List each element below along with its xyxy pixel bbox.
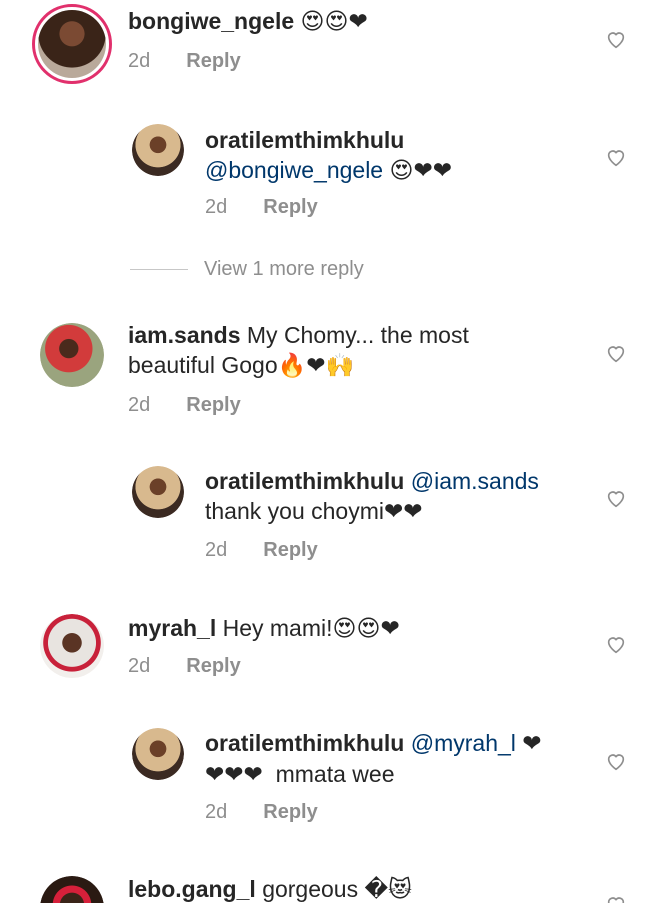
- reply-button[interactable]: Reply: [186, 655, 240, 678]
- emoji-reaction: �😻: [364, 877, 413, 903]
- comment-text: thank you choymi: [205, 498, 384, 524]
- heart-outline-icon[interactable]: [605, 342, 627, 364]
- username[interactable]: iam.sands: [128, 322, 241, 348]
- comment-text: Hey mami!: [222, 615, 333, 641]
- avatar[interactable]: [132, 728, 184, 780]
- reply-button[interactable]: Reply: [263, 196, 317, 219]
- username[interactable]: bongiwe_ngele: [128, 8, 294, 34]
- avatar[interactable]: [40, 876, 104, 903]
- emoji-reaction: ❤❤❤: [205, 762, 263, 788]
- heart-outline-icon[interactable]: [605, 146, 627, 168]
- heart-outline-icon[interactable]: [605, 487, 627, 509]
- username[interactable]: oratilemthimkhulu: [205, 730, 404, 756]
- comment-meta: 2d Reply: [128, 655, 241, 678]
- heart-outline-icon[interactable]: [605, 893, 627, 903]
- comment-text: gorgeous: [262, 876, 359, 902]
- mention-link[interactable]: @bongiwe_ngele: [205, 157, 383, 183]
- comment-body: oratilemthimkhulu @iam.sands thank you c…: [205, 466, 539, 527]
- avatar[interactable]: [40, 614, 104, 678]
- avatar[interactable]: [32, 4, 112, 84]
- username[interactable]: lebo.gang_l: [128, 876, 256, 902]
- avatar[interactable]: [132, 466, 184, 518]
- emoji-reaction: 😍😍❤: [332, 616, 400, 642]
- comment-body: lebo.gang_l gorgeous �😻: [128, 874, 412, 903]
- username[interactable]: oratilemthimkhulu: [205, 127, 404, 153]
- emoji-reaction: 🔥❤🙌: [277, 353, 355, 379]
- reply-button[interactable]: Reply: [263, 539, 317, 562]
- comment-meta: 2d Reply: [205, 801, 318, 824]
- comment-body: oratilemthimkhulu @myrah_l ❤ ❤❤❤ mmata w…: [205, 728, 542, 790]
- comment-text: beautiful Gogo: [128, 352, 278, 378]
- reply-button[interactable]: Reply: [186, 394, 240, 417]
- comment-meta: 2d Reply: [128, 394, 241, 417]
- timestamp: 2d: [205, 539, 228, 561]
- comment-text: mmata wee: [275, 761, 395, 787]
- username[interactable]: myrah_l: [128, 615, 216, 641]
- divider: [130, 269, 188, 270]
- comment-body: myrah_l Hey mami!😍😍❤: [128, 613, 400, 644]
- avatar[interactable]: [132, 124, 184, 176]
- heart-outline-icon[interactable]: [605, 28, 627, 50]
- comment-meta: 2d Reply: [128, 50, 241, 73]
- comment-meta: 2d Reply: [205, 196, 318, 219]
- comment-body: iam.sands My Chomy... the most beautiful…: [128, 320, 469, 381]
- mention-link[interactable]: @iam.sands: [411, 468, 539, 494]
- timestamp: 2d: [128, 50, 151, 72]
- heart-outline-icon[interactable]: [605, 750, 627, 772]
- emoji-reaction: ❤❤: [383, 499, 423, 525]
- timestamp: 2d: [205, 196, 228, 218]
- avatar[interactable]: [40, 323, 104, 387]
- reply-button[interactable]: Reply: [263, 801, 317, 824]
- comment-text: My Chomy... the most: [246, 322, 469, 348]
- mention-link[interactable]: @myrah_l: [411, 730, 516, 756]
- username[interactable]: oratilemthimkhulu: [205, 468, 404, 494]
- heart-outline-icon[interactable]: [605, 633, 627, 655]
- reply-button[interactable]: Reply: [186, 50, 240, 73]
- emoji-reaction: 😍❤❤: [389, 158, 453, 184]
- emoji-reaction: 😍😍❤: [300, 9, 368, 35]
- view-more-label[interactable]: View 1 more reply: [204, 258, 364, 281]
- emoji-reaction: ❤: [522, 731, 542, 757]
- view-more-replies[interactable]: View 1 more reply: [130, 258, 364, 281]
- timestamp: 2d: [128, 394, 151, 416]
- timestamp: 2d: [205, 801, 228, 823]
- timestamp: 2d: [128, 655, 151, 677]
- comment-body: bongiwe_ngele 😍😍❤: [128, 6, 368, 37]
- comment-body: oratilemthimkhulu @bongiwe_ngele 😍❤❤: [205, 125, 452, 186]
- comment-meta: 2d Reply: [205, 539, 318, 562]
